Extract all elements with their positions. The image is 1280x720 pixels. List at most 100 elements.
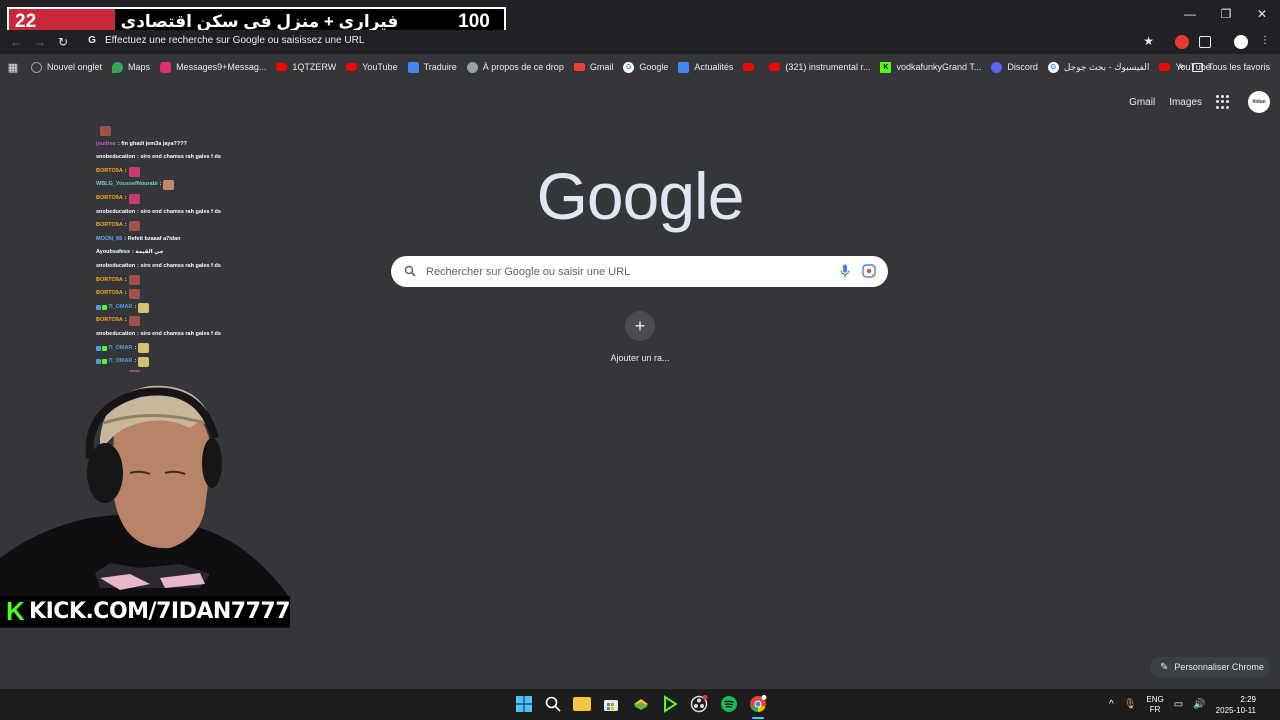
chat-emote-icon [138,302,150,313]
reload-button[interactable]: ↻ [55,34,71,50]
bluestacks-icon[interactable] [632,695,650,713]
bookmark-item[interactable]: Nouvel onglet [26,56,107,78]
search-icon[interactable] [544,695,562,713]
bookmark-item[interactable]: (321) instrumental r... [764,56,875,78]
chat-emote-icon [128,193,140,204]
chat-text: : Refeti bzaaaf a7idan [124,235,181,242]
bookmark-star-icon[interactable]: ★ [1143,34,1154,48]
bookmark-item[interactable]: Gmail [569,56,619,78]
profile-icon[interactable] [1234,35,1248,49]
images-link[interactable]: Images [1169,97,1202,108]
close-button[interactable]: ✕ [1244,0,1280,28]
chat-badge-icon [96,345,101,351]
windows-taskbar: ^ 🎙 ENG FR ▭ 🔊 2:29 2025-10-11 [0,689,1280,720]
chat-message: MOON_66: Refeti bzaaaf a7idan [96,233,296,247]
chat-text: : siro end chamss rah gales f ds [137,330,221,337]
menu-kebab-icon[interactable]: ⋮ [1260,35,1270,47]
chat-emote-icon [128,370,140,372]
address-bar-text: Effectuez une recherche sur Google ou sa… [105,35,365,46]
obs-icon[interactable] [690,695,708,713]
bookmark-item[interactable]: Messages9+Messag... [155,56,271,78]
chat-badge-icon [96,305,101,311]
chrome-icon[interactable] [749,695,767,713]
taskbar-clock[interactable]: 2:29 2025-10-11 [1216,694,1256,716]
apps-shortcut-icon[interactable]: ▦ [0,61,26,74]
chat-text: : [159,181,162,188]
bookmark-item[interactable]: Actualités [673,56,738,78]
gmail-icon [573,63,585,71]
chat-text: : [124,290,127,297]
chat-message: joudree: fin ghadi jem3a jaya???? [96,138,296,152]
bookmark-item[interactable]: YouTube [341,56,402,78]
forward-button[interactable]: → [32,34,48,50]
chat-username: BORTO9A [96,317,123,324]
google-icon: G [1047,61,1059,73]
chat-text: : [125,369,127,373]
minimize-button[interactable]: — [1172,0,1208,28]
google-lens-icon[interactable] [862,264,876,278]
chat-username: WBLG_YoussefNourabi [96,181,158,188]
back-button[interactable]: ← [8,34,24,50]
bookmark-item[interactable]: 1QTZERW [271,56,341,78]
chat-text: : siro end chamss rah gales f ds [137,262,221,269]
chat-username: snobeducation [96,208,136,215]
microphone-icon[interactable] [840,264,850,278]
bookmark-item[interactable]: Traduire [403,56,462,78]
customize-chrome-button[interactable]: ✎ Personnaliser Chrome [1150,657,1270,677]
active-app-indicator [752,717,764,719]
globe-icon [31,61,42,73]
file-explorer-icon[interactable] [573,697,591,711]
bookmark-item[interactable] [738,56,764,78]
chat-message: 7I_OMAR: [96,355,296,369]
chat-username: BORTO9A [96,194,123,201]
bookmark-item[interactable]: KvodkafunkyGrand T... [875,56,986,78]
windows-start-icon[interactable] [515,695,533,713]
kick-icon: K [880,61,892,73]
chat-emote-icon [138,343,150,354]
microsoft-store-icon[interactable] [602,695,620,713]
chat-emote-icon [128,220,140,231]
extensions-puzzle-icon[interactable] [1199,36,1211,48]
chat-text: : [134,303,137,310]
chat-emote-icon [128,275,140,286]
bookmark-item[interactable]: Maps [107,56,155,78]
globe-icon [466,61,478,73]
language-indicator[interactable]: ENG FR [1146,695,1163,715]
discord-icon [991,61,1003,73]
bookmarks-overflow-chevron-icon[interactable]: » [1178,61,1184,72]
pencil-icon: ✎ [1160,661,1169,673]
chat-message: BORTO9A: [96,369,296,372]
chat-text: : [124,167,127,174]
search-input[interactable]: Rechercher sur Google ou saisir une URL [391,256,888,287]
restore-button[interactable]: ❐ [1208,0,1244,28]
add-shortcut-button[interactable]: + Ajouter un ra... [600,311,680,363]
bookmark-item[interactable]: À propos de ce drop [462,56,569,78]
chat-message: BORTO9A: [96,192,296,206]
spotify-icon[interactable] [720,695,738,713]
chat-text: : جي القيمة [132,249,164,256]
bookmark-item[interactable]: Discord [986,56,1043,78]
chat-message: 7I_OMAR: [96,301,296,315]
chat-text: : siro end chamss rah gales f ds [137,208,221,215]
extension-icon[interactable] [1175,35,1189,49]
customize-chrome-label: Personnaliser Chrome [1174,662,1264,672]
bookmark-item[interactable]: G Google [618,56,673,78]
address-bar[interactable]: G Effectuez une recherche sur Google ou … [80,31,1162,53]
chat-message: BORTO9A: [96,314,296,328]
kick-app-icon[interactable] [661,695,679,713]
chat-message: BORTO9A: [96,165,296,179]
microphone-icon[interactable]: 🎙 [1124,699,1137,710]
network-icon[interactable]: ▭ [1174,699,1183,710]
google-apps-grid-icon[interactable] [1216,95,1230,109]
tray-overflow-chevron-icon[interactable]: ^ [1109,699,1114,710]
chat-text: : [124,194,127,201]
avatar[interactable]: hidan [1248,91,1270,113]
chat-text: : [134,358,137,365]
chat-badge-icon [102,305,107,311]
bookmark-item[interactable]: G الفيسبوك - بحث جوجل [1043,56,1155,78]
chat-message: BORTO9A: [96,219,296,233]
gmail-link[interactable]: Gmail [1129,97,1155,108]
chat-badge-icon [102,345,107,351]
volume-icon[interactable]: 🔊 [1193,699,1205,710]
all-bookmarks-button[interactable]: Tous les favoris [1191,56,1270,78]
